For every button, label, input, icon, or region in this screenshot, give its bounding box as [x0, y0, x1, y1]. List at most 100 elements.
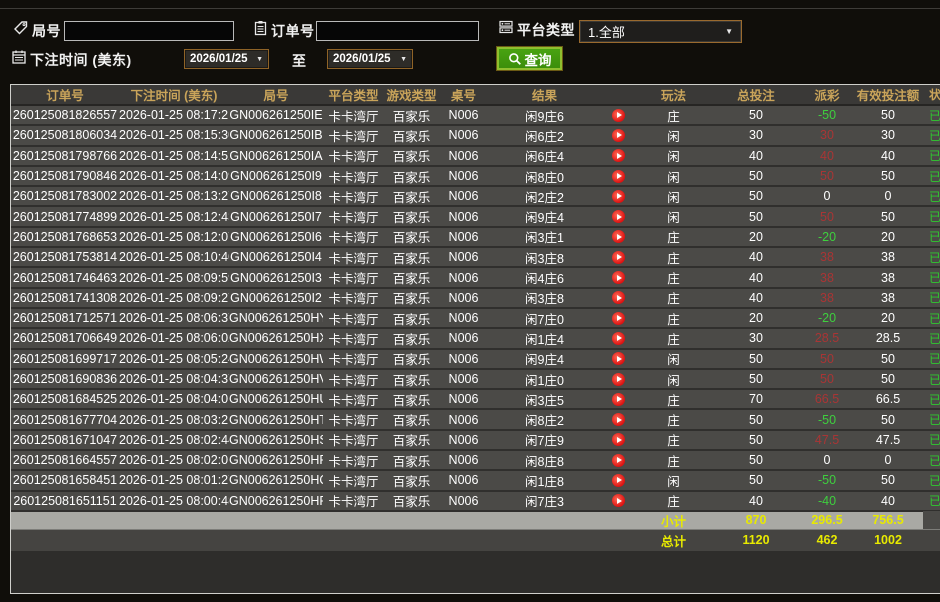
table-row[interactable]: 260125081826557 2026-01-25 08:17:21 GN0062…	[11, 106, 940, 127]
table-row[interactable]: 260125081690836 2026-01-25 08:04:37 GN0062…	[11, 369, 940, 391]
cell-play-icon	[601, 149, 636, 163]
play-icon[interactable]	[612, 230, 625, 244]
cell-status: 已结算	[929, 210, 940, 225]
play-icon[interactable]	[612, 453, 625, 467]
play-icon[interactable]	[612, 372, 625, 386]
cell-table-no: N006	[448, 148, 479, 163]
play-icon[interactable]	[612, 149, 625, 163]
cell-game-type: 百家乐	[392, 454, 431, 469]
cell-order: 260125081741308	[12, 290, 118, 305]
play-icon[interactable]	[612, 210, 625, 224]
play-icon[interactable]	[612, 128, 625, 142]
play-icon[interactable]	[612, 352, 625, 366]
tag-icon	[13, 20, 29, 41]
cell-payout: 38	[820, 270, 834, 285]
cell-platform: 卡卡湾厅	[328, 272, 379, 287]
table-row[interactable]: 260125081677704 2026-01-25 08:03:21 GN0062…	[11, 410, 940, 431]
play-icon[interactable]	[612, 169, 625, 183]
play-icon[interactable]	[612, 250, 625, 264]
play-icon[interactable]	[612, 473, 625, 487]
cell-play: 庄	[667, 312, 680, 327]
cell-order: 260125081671047	[12, 432, 118, 447]
clipboard-icon	[253, 20, 268, 41]
cell-play-icon	[601, 230, 636, 244]
table-row[interactable]: 260125081658451 2026-01-25 08:01:27 GN0062…	[11, 471, 940, 492]
play-icon[interactable]	[612, 494, 625, 508]
table-row[interactable]: 260125081790846 2026-01-25 08:14:09 GN0062…	[11, 166, 940, 188]
date-from-select[interactable]: 2026/01/25 ▼	[184, 49, 269, 69]
bet-time-filter: 下注时间 (美东)	[11, 49, 132, 70]
table-row[interactable]: 260125081774899 2026-01-25 08:12:43 GN0062…	[11, 207, 940, 228]
play-icon[interactable]	[612, 413, 625, 427]
table-row[interactable]: 260125081712571 2026-01-25 08:06:37 GN0062…	[11, 308, 940, 330]
cell-result: 闲3庄8	[525, 292, 564, 307]
query-button[interactable]: 查询	[496, 46, 563, 71]
cell-total-bet: 50	[749, 473, 763, 488]
table-row[interactable]: 260125081746463 2026-01-25 08:09:59 GN0062…	[11, 268, 940, 289]
platform-select-value: 1.全部	[588, 25, 625, 40]
play-icon[interactable]	[612, 311, 625, 325]
cell-result: 闲4庄6	[525, 272, 564, 287]
table-row[interactable]: 260125081768653 2026-01-25 08:12:07 GN0062…	[11, 227, 940, 249]
table-row[interactable]: 260125081699717 2026-01-25 08:05:24 GN0062…	[11, 349, 940, 370]
cell-result: 闲8庄8	[525, 454, 564, 469]
cell-game-no: GN006261250IE	[229, 108, 323, 123]
cell-time: 2026-01-25 08:17:21	[119, 108, 229, 123]
cell-status: 已结算	[929, 372, 940, 387]
cell-platform: 卡卡湾厅	[328, 190, 379, 205]
order-no-label: 订单号	[271, 22, 315, 39]
order-no-input[interactable]	[316, 21, 479, 41]
cell-play: 闲	[667, 170, 680, 185]
table-row[interactable]: 260125081798766 2026-01-25 08:14:52 GN0062…	[11, 146, 940, 167]
date-to-select[interactable]: 2026/01/25 ▼	[327, 49, 413, 69]
table-row[interactable]: 260125081684525 2026-01-25 08:04:01 GN0062…	[11, 390, 940, 411]
play-icon[interactable]	[612, 392, 625, 406]
cell-time: 2026-01-25 08:00:48	[119, 493, 229, 508]
cell-status: 已结算	[929, 494, 940, 509]
subtotal-status	[923, 511, 940, 530]
play-icon[interactable]	[612, 331, 625, 345]
game-no-input[interactable]	[64, 21, 234, 41]
cell-total-bet: 20	[749, 229, 763, 244]
cell-order: 260125081790846	[12, 169, 118, 184]
cell-total-bet: 40	[749, 148, 763, 163]
play-icon[interactable]	[612, 291, 625, 305]
table-row[interactable]: 260125081741308 2026-01-25 08:09:27 GN0062…	[11, 288, 940, 309]
cell-table-no: N006	[448, 351, 479, 366]
cell-play-icon	[601, 108, 636, 122]
table-row[interactable]: 260125081671047 2026-01-25 08:02:44 GN0062…	[11, 430, 940, 452]
total-payout: 462	[816, 533, 838, 548]
table-row[interactable]: 260125081651151 2026-01-25 08:00:48 GN0062…	[11, 491, 940, 512]
play-icon[interactable]	[612, 433, 625, 447]
cell-table-no: N006	[448, 453, 479, 468]
cell-result: 闲7庄3	[525, 495, 564, 510]
cell-payout: -40	[817, 493, 837, 508]
table-row[interactable]: 260125081706649 2026-01-25 08:06:02 GN0062…	[11, 329, 940, 350]
platform-select[interactable]: 1.全部 ▼	[579, 20, 742, 43]
column-header-play: 玩法	[660, 89, 686, 103]
chevron-down-icon: ▼	[400, 55, 407, 63]
cell-play: 庄	[667, 414, 680, 429]
table-row[interactable]: 260125081806034 2026-01-25 08:15:30 GN0062…	[11, 126, 940, 147]
cell-game-type: 百家乐	[392, 292, 431, 307]
cell-total-bet: 30	[749, 128, 763, 143]
cell-play-icon	[601, 128, 636, 142]
play-icon[interactable]	[612, 108, 625, 122]
cell-order: 260125081677704	[12, 412, 118, 427]
table-row[interactable]: 260125081783002 2026-01-25 08:13:27 GN0062…	[11, 187, 940, 208]
cell-platform: 卡卡湾厅	[328, 231, 379, 246]
play-icon[interactable]	[612, 271, 625, 285]
table-row[interactable]: 260125081664557 2026-01-25 08:02:01 GN0062…	[11, 451, 940, 472]
table-row[interactable]: 260125081753814 2026-01-25 08:10:40 GN0062…	[11, 248, 940, 269]
cell-valid-bet: 38	[881, 290, 895, 305]
cell-result: 闲9庄4	[525, 211, 564, 226]
cell-time: 2026-01-25 08:12:07	[119, 229, 229, 244]
cell-time: 2026-01-25 08:15:30	[119, 128, 229, 143]
cell-game-no: GN006261250HU	[229, 392, 323, 407]
column-header-table-no: 桌号	[450, 89, 476, 103]
cell-time: 2026-01-25 08:04:37	[119, 372, 229, 386]
cell-valid-bet: 38	[881, 270, 895, 285]
cell-game-no: GN006261250HY	[229, 311, 323, 326]
column-header-result: 结果	[531, 89, 557, 103]
play-icon[interactable]	[612, 189, 625, 203]
